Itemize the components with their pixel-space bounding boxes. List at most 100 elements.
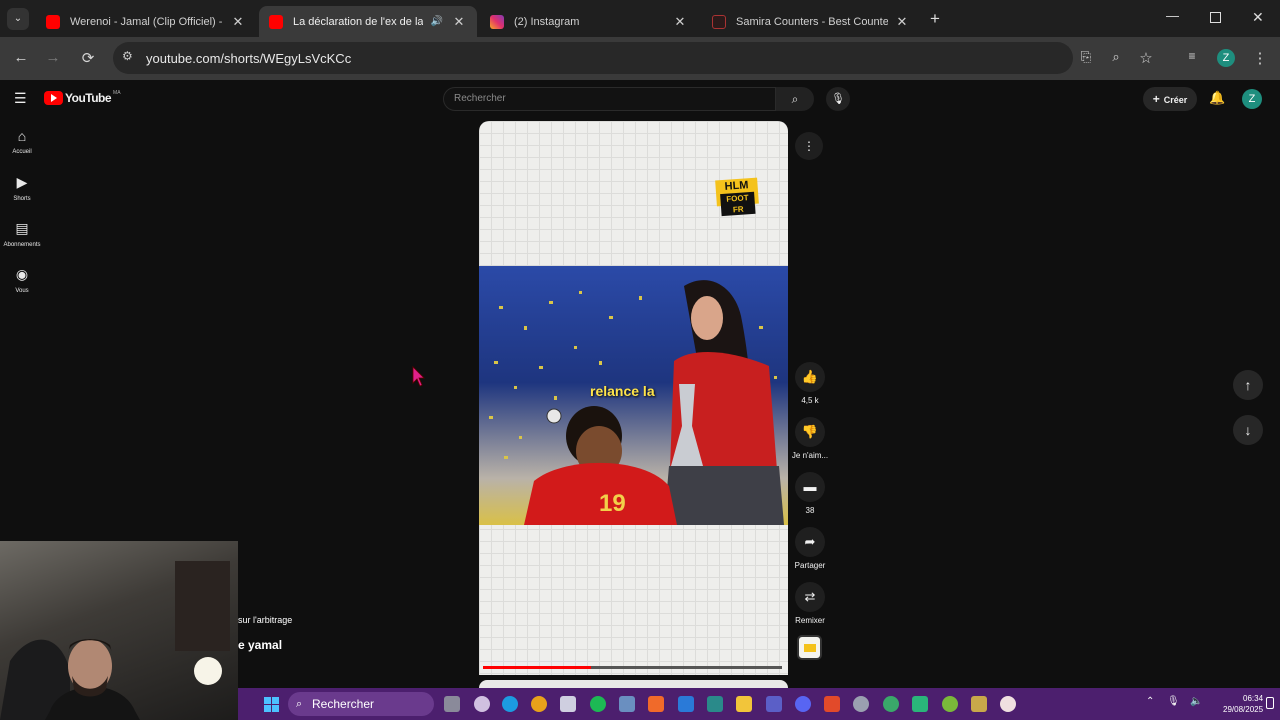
notifications-bell-icon[interactable]: 🔔 [1209, 90, 1225, 106]
address-bar[interactable]: ⚙ youtube.com/shorts/WEgyLsVcKCc [113, 42, 1073, 74]
minimize-button[interactable]: — [1166, 8, 1179, 23]
you-icon: ◉ [15, 266, 29, 282]
tab-search-button[interactable]: ⌄ [7, 8, 29, 30]
media-control-icon[interactable]: ≡ [1182, 49, 1202, 63]
install-app-icon[interactable]: ⎘ [1076, 49, 1096, 65]
create-button[interactable]: + Créer [1143, 87, 1197, 111]
close-window-button[interactable]: ✕ [1252, 9, 1264, 26]
youtube-play-icon [44, 91, 63, 105]
hamburger-menu-icon[interactable]: ☰ [14, 90, 27, 107]
video-frame-photo: 19 relance la [479, 266, 788, 525]
hlm-foot-watermark-logo: HLM FOOT FR [715, 177, 759, 217]
next-short-button[interactable]: ↓ [1233, 415, 1263, 445]
close-icon[interactable]: ✕ [894, 14, 910, 30]
kebab-icon: ⋮ [803, 139, 815, 153]
search-placeholder: Rechercher [454, 93, 506, 104]
restore-button[interactable] [1210, 12, 1221, 23]
watermark-bottom: FOOT FR [720, 191, 756, 217]
sidebar-item-label: Shorts [13, 196, 31, 202]
tab-instagram[interactable]: (2) Instagram ✕ [480, 6, 698, 37]
app-icon-green[interactable] [912, 696, 928, 712]
tab-title: Samira Counters - Best Counter Pi [736, 15, 888, 28]
edge-icon[interactable] [502, 696, 518, 712]
back-icon[interactable]: ← [11, 49, 31, 66]
youtube-avatar[interactable]: Z [1242, 89, 1262, 109]
share-button[interactable]: ➦ Partager [788, 527, 832, 570]
reload-icon[interactable]: ⟳ [78, 49, 98, 67]
teams-icon[interactable] [766, 696, 782, 712]
file-explorer-icon[interactable] [736, 696, 752, 712]
youtube-icon [269, 14, 283, 29]
instagram-icon [490, 14, 504, 29]
close-icon[interactable]: ✕ [451, 14, 467, 30]
speaker-tray-icon[interactable]: 🔈 [1190, 696, 1202, 707]
previous-short-button[interactable]: ↑ [1233, 370, 1263, 400]
app-icon-white[interactable] [1000, 696, 1016, 712]
calendar-icon[interactable] [678, 696, 694, 712]
copilot-icon[interactable] [474, 696, 490, 712]
remix-button[interactable]: ⇄ Remixer [788, 582, 832, 625]
youtube-icon [46, 14, 60, 29]
tab-werenoi[interactable]: Werenoi - Jamal (Clip Officiel) - Yo ✕ [36, 6, 256, 37]
taskbar-clock[interactable]: 06:34 29/08/2025 [1223, 693, 1263, 715]
tray-chevron-icon[interactable]: ⌃ [1146, 696, 1154, 707]
store-icon[interactable] [560, 696, 576, 712]
audio-icon[interactable]: 🔊 [429, 16, 445, 27]
windows-start-icon[interactable] [264, 697, 279, 712]
app-icon-red[interactable] [824, 696, 840, 712]
sidebar-item-subscriptions[interactable]: ▤ Abonnements [0, 220, 44, 248]
site-info-icon[interactable]: ⚙ [122, 49, 133, 63]
app-icon-teal[interactable] [707, 696, 723, 712]
taskbar-search-label: Rechercher [312, 697, 375, 711]
task-view-icon[interactable] [444, 696, 460, 712]
video-progress-fill [483, 666, 591, 669]
share-label: Partager [794, 561, 826, 570]
discord-icon[interactable] [795, 696, 811, 712]
comment-icon: ▬ [795, 472, 825, 502]
search-button[interactable]: ⌕ [776, 87, 814, 111]
notifications-icon[interactable] [1266, 697, 1274, 709]
chrome-profile-icon[interactable] [883, 696, 899, 712]
more-options-button[interactable]: ⋮ [795, 132, 823, 160]
search-input[interactable]: Rechercher [443, 87, 776, 111]
bookmark-star-icon[interactable]: ☆ [1136, 49, 1156, 67]
comments-button[interactable]: ▬ 38 [788, 472, 832, 515]
new-tab-button[interactable]: + [930, 9, 940, 29]
next-short-preview[interactable] [479, 680, 788, 688]
tab-strip: ⌄ Werenoi - Jamal (Clip Officiel) - Yo ✕… [0, 0, 1280, 37]
dislike-label: Je n'aim... [791, 451, 829, 460]
chrome-profile-icon-2[interactable] [942, 696, 958, 712]
overlay-text-arbitrage: sur l'arbitrage [238, 615, 293, 625]
youtube-logo[interactable]: YouTube MA [44, 90, 121, 105]
channel-sound-thumbnail[interactable] [797, 635, 822, 660]
settings-icon[interactable] [853, 696, 869, 712]
menu-kebab-icon[interactable]: ⋮ [1250, 49, 1270, 67]
tab-samira[interactable]: Samira Counters - Best Counter Pi ✕ [702, 6, 920, 37]
forward-icon[interactable]: → [43, 49, 63, 66]
sidebar-item-you[interactable]: ◉ Vous [0, 266, 44, 294]
like-button[interactable]: 👍 4,5 k [788, 362, 832, 405]
dislike-button[interactable]: 👎 Je n'aim... [788, 417, 832, 460]
sidebar-item-shorts[interactable]: ▶ Shorts [0, 174, 44, 202]
taskbar-search[interactable]: ⌕ Rechercher [288, 692, 434, 716]
close-icon[interactable]: ✕ [672, 14, 688, 30]
short-video-player[interactable]: HLM FOOT FR 19 relance la [479, 121, 788, 675]
sidebar-item-label: Vous [15, 288, 29, 294]
channel-logo-icon [803, 644, 816, 652]
profile-avatar[interactable]: Z [1217, 49, 1235, 67]
thumbs-down-icon: 👎 [795, 417, 825, 447]
zoom-icon[interactable]: ⌕ [1106, 49, 1126, 65]
app-icon-orange[interactable] [648, 696, 664, 712]
subscriptions-icon: ▤ [15, 220, 29, 236]
region-code: MA [113, 90, 121, 96]
sidebar-item-home[interactable]: ⌂ Accueil [0, 128, 44, 155]
app-icon-blue[interactable] [619, 696, 635, 712]
voice-search-button[interactable]: 🎙 [826, 87, 850, 111]
close-icon[interactable]: ✕ [230, 14, 246, 30]
league-icon[interactable] [971, 696, 987, 712]
url-text[interactable]: youtube.com/shorts/WEgyLsVcKCc [146, 51, 351, 66]
spotify-icon[interactable] [590, 696, 606, 712]
chrome-icon[interactable] [531, 696, 547, 712]
microphone-tray-icon[interactable]: 🎙 [1167, 696, 1180, 707]
tab-declaration[interactable]: La déclaration de l'ex de lamin 🔊 ✕ [259, 6, 477, 37]
